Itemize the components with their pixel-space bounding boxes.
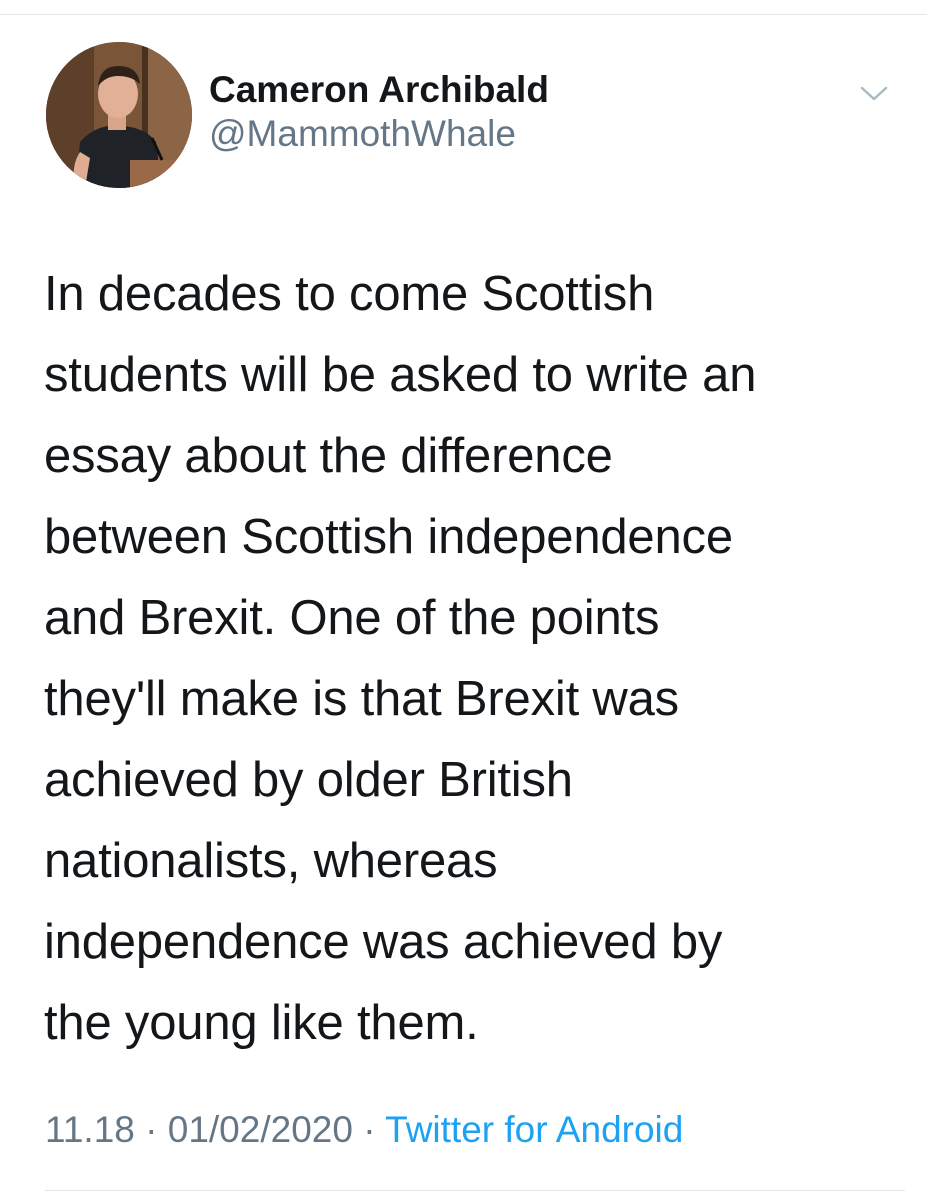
tweet-text: In decades to come Scottish students wil… <box>44 267 757 1050</box>
tweet-header: Cameron Archibald @MammothWhale <box>46 42 906 192</box>
user-info: Cameron Archibald @MammothWhale <box>209 68 549 156</box>
display-name[interactable]: Cameron Archibald <box>209 68 549 112</box>
more-options-button[interactable] <box>854 76 894 112</box>
tweet-source-link[interactable]: Twitter for Android <box>385 1109 683 1150</box>
meta-separator: · <box>352 1109 386 1150</box>
user-handle[interactable]: @MammothWhale <box>209 112 549 156</box>
avatar-image <box>46 42 192 188</box>
tweet-metadata: 11.18 · 01/02/2020 · Twitter for Android <box>45 1106 683 1154</box>
chevron-down-icon <box>860 86 888 101</box>
top-divider <box>0 14 927 15</box>
bottom-divider <box>45 1190 905 1191</box>
avatar[interactable] <box>46 42 192 188</box>
tweet-date[interactable]: 01/02/2020 <box>168 1109 353 1150</box>
meta-separator: · <box>134 1109 168 1150</box>
tweet-time[interactable]: 11.18 <box>45 1109 135 1150</box>
